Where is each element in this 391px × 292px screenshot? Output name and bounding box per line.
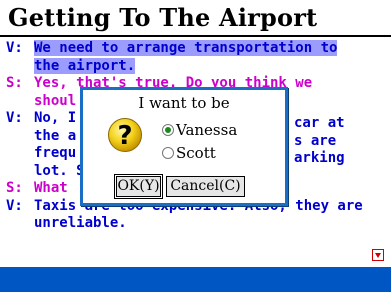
speaker-label: V: — [6, 110, 23, 126]
dialogue-line-cont[interactable]: unreliable. — [6, 215, 386, 233]
dialogue-fragment: car at — [294, 115, 345, 131]
screen-title: Getting To The Airport — [8, 3, 318, 32]
radio-button-checked[interactable] — [162, 124, 174, 136]
ok-button[interactable]: OK(Y) — [114, 174, 163, 199]
dialog-prompt: I want to be — [138, 94, 230, 112]
title-divider — [0, 35, 391, 37]
dialogue-text-line: We need to arrange transportation to — [34, 40, 338, 56]
dialogue-text-line: unreliable. — [34, 215, 127, 231]
dialogue-line-cont[interactable]: the airport. — [6, 57, 386, 76]
option-scott[interactable]: Scott — [162, 143, 216, 163]
option-label: Scott — [176, 144, 216, 162]
option-label: Vanessa — [176, 121, 238, 139]
cancel-button[interactable]: Cancel(C) — [166, 176, 245, 197]
question-icon: ? — [108, 118, 142, 152]
app-screen: Getting To The Airport V: We need to arr… — [0, 0, 391, 292]
speaker-label: V: — [6, 40, 23, 56]
speaker-label: S: — [6, 180, 23, 196]
dialogue-text-line: the airport. — [34, 57, 136, 74]
svg-text:?: ? — [117, 121, 132, 151]
speaker-label: S: — [6, 75, 23, 91]
dialogue-fragment: arking — [294, 150, 345, 166]
dialogue-fragment: s are — [294, 133, 337, 149]
role-select-dialog: I want to be ? Vanessa Scott OK(Y) Cance… — [80, 87, 288, 206]
dialogue-line[interactable]: V: We need to arrange transportation to — [6, 40, 386, 58]
speaker-label: V: — [6, 197, 23, 214]
option-vanessa[interactable]: Vanessa — [162, 120, 237, 140]
radio-button[interactable] — [162, 147, 174, 159]
bottom-bar — [0, 267, 391, 292]
scroll-down-arrow-icon[interactable] — [372, 249, 384, 261]
